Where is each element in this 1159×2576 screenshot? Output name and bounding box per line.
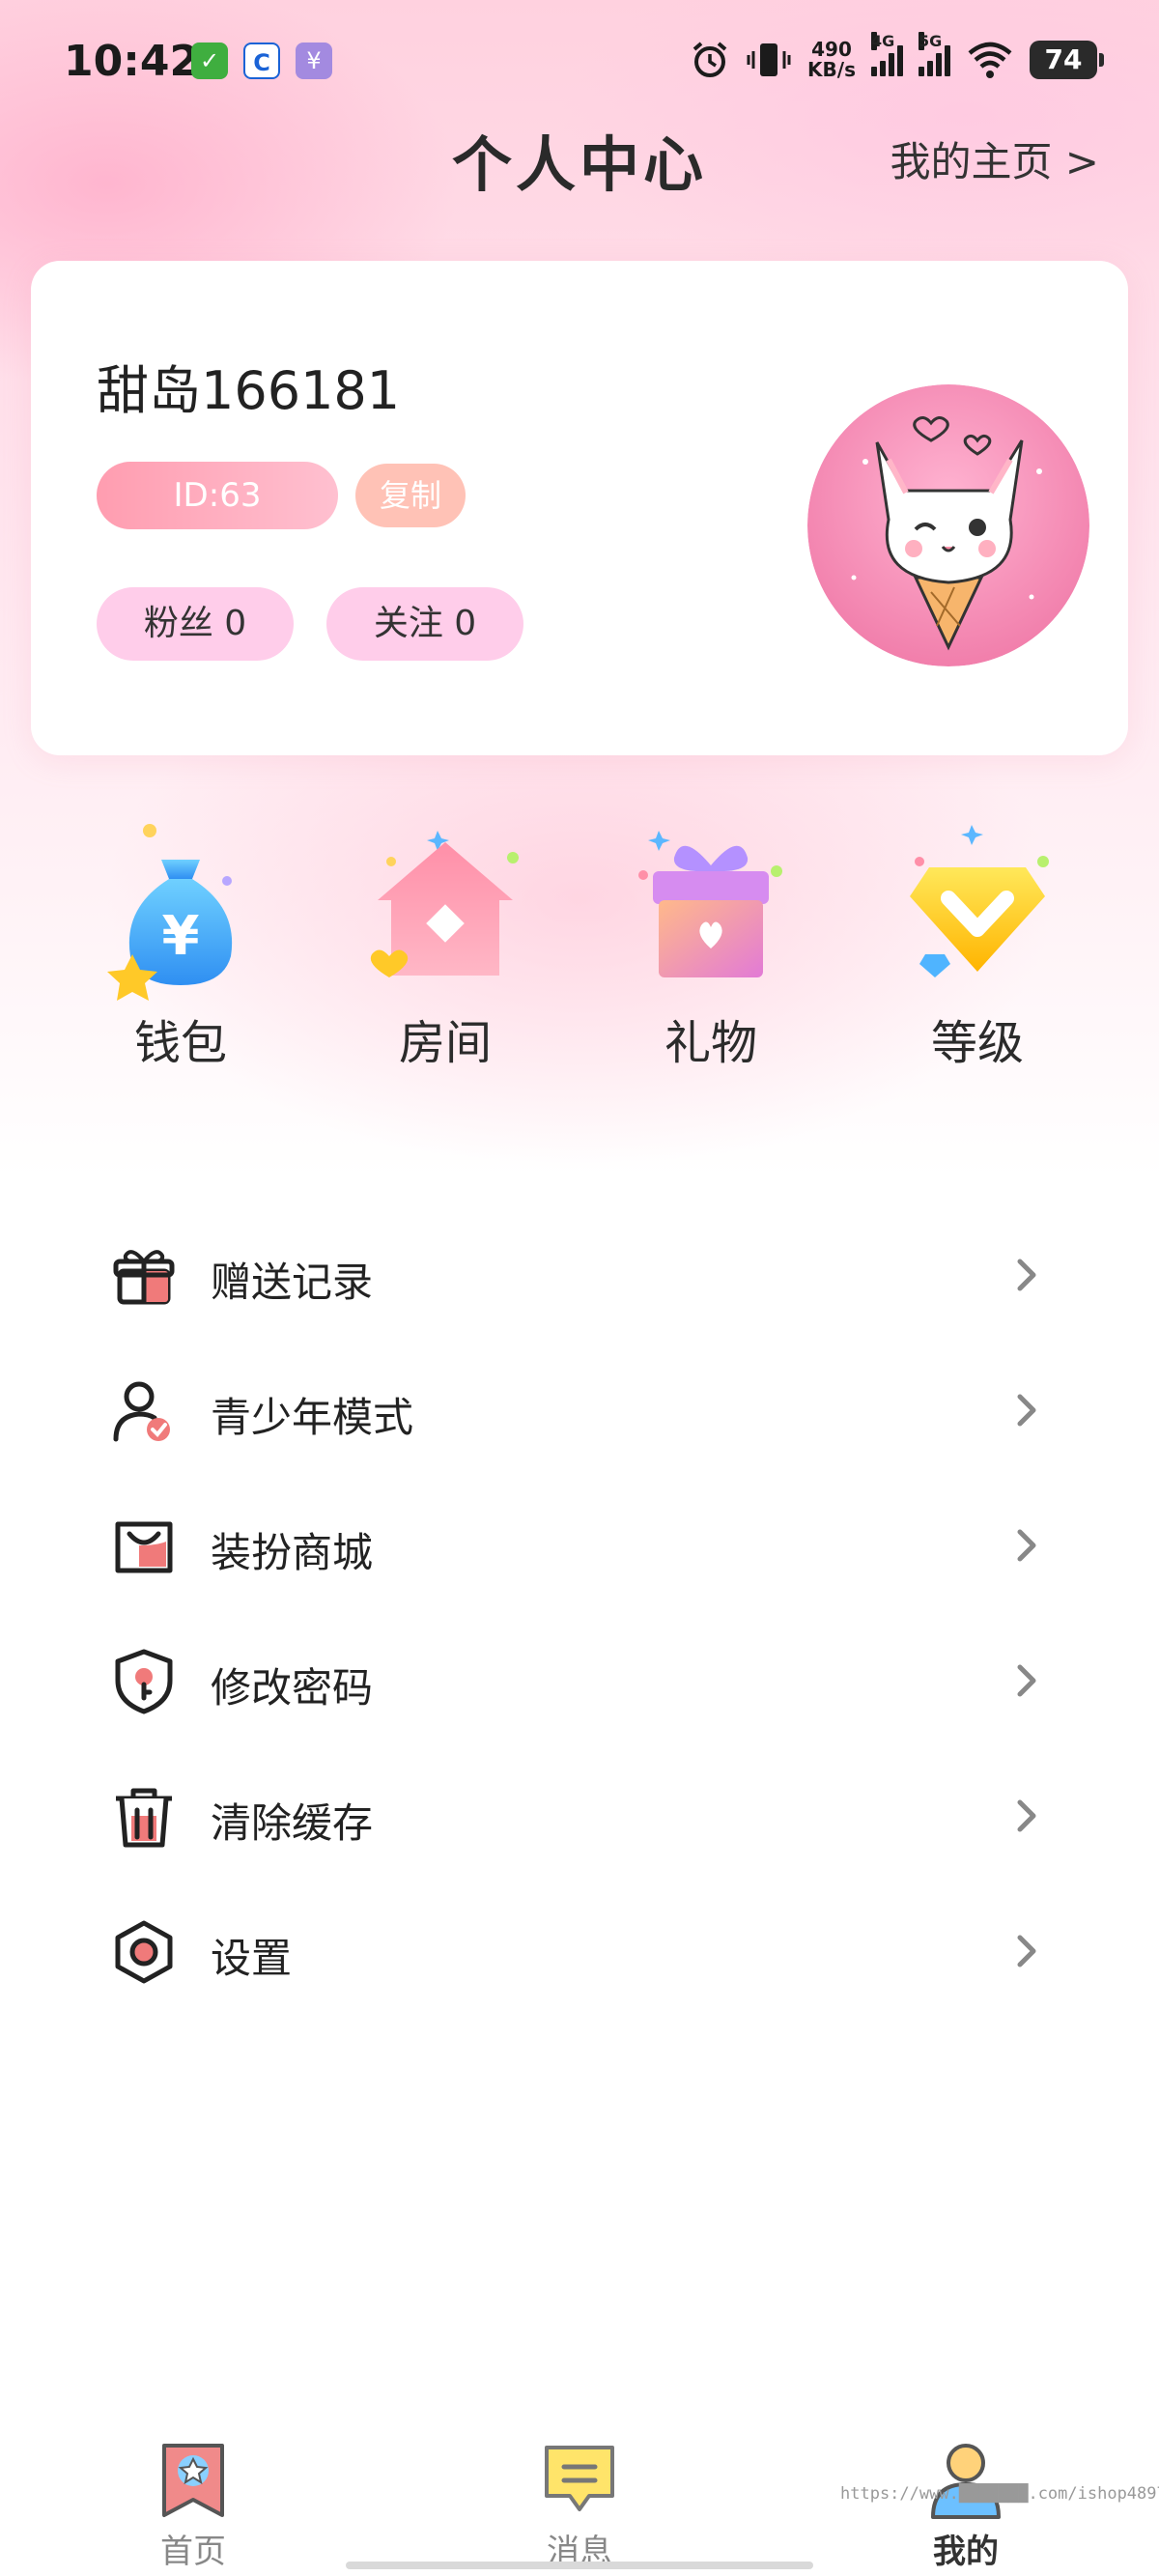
nav-home[interactable]: 首页 [97,2440,290,2571]
status-time: 10:42 [64,37,200,86]
wallet-bag-icon: ¥ [107,824,233,1001]
fans-count-button[interactable]: 粉丝 0 [97,587,294,661]
message-icon [545,2446,614,2511]
room-entry[interactable]: 房间 [349,802,542,1072]
dress-up-mall-item[interactable]: 装扮商城 [97,1489,1062,1596]
check-app-icon: ✓ [191,42,228,79]
cat-ice-cream-avatar-icon [807,384,1089,666]
menu-label: 清除缓存 [211,1799,374,1847]
chevron-right-icon [1017,1259,1036,1291]
menu-label: 装扮商城 [211,1529,374,1576]
yen-app-icon: ¥ [296,42,332,79]
home-indicator[interactable] [346,2562,813,2569]
nav-label: 首页 [160,2533,226,2571]
change-password-item[interactable]: 修改密码 [97,1625,1062,1731]
teen-user-icon [113,1381,170,1442]
chevron-right-icon [1017,1935,1036,1967]
nav-messages[interactable]: 消息 [483,2440,676,2571]
signal-icon: 4G [871,32,903,76]
chevron-right-icon [1017,1394,1036,1427]
gift-icon [113,1250,175,1305]
user-id-badge: ID:63 [97,462,338,529]
clear-cache-item[interactable]: 清除缓存 [97,1760,1062,1866]
following-count-button[interactable]: 关注 0 [326,587,523,661]
copy-id-button[interactable]: 复制 [355,464,466,527]
shield-key-icon [115,1649,173,1714]
shopping-bag-icon [115,1521,173,1573]
house-icon [370,831,519,977]
my-homepage-link[interactable]: 我的主页 > [890,129,1099,188]
chevron-right-icon [1017,1529,1036,1562]
chevron-right-icon [1017,1799,1036,1832]
signal-icon: 5G [919,32,950,76]
menu-label: 赠送记录 [211,1259,374,1306]
menu-label: 修改密码 [211,1664,374,1712]
nav-label: 我的 [933,2533,999,2571]
svg-text:¥: ¥ [162,905,200,968]
username: 甜岛166181 [97,360,401,421]
gift-label: 礼物 [664,1016,757,1070]
vibrate-icon [747,43,791,76]
net-speed: 490 KB/s [807,38,856,81]
teen-mode-item[interactable]: 青少年模式 [97,1354,1062,1460]
profile-person-icon [931,2444,1001,2519]
trash-icon [116,1788,172,1848]
wallet-entry[interactable]: ¥ 钱包 [84,802,277,1072]
status-bar: 10:42 ✓ C ¥ 490 KB/s 4G 5G 74 [0,0,1159,126]
chevron-right-icon [1017,1664,1036,1697]
settings-hexagon-icon [115,1920,173,1984]
c-app-icon: C [243,42,280,79]
gift-box-icon [638,831,782,977]
gift-records-item[interactable]: 赠送记录 [97,1219,1062,1325]
battery-icon: 74 [1030,41,1104,79]
wifi-icon [968,42,1012,78]
room-label: 房间 [398,1016,492,1070]
wallet-label: 钱包 [133,1016,227,1070]
diamond-level-icon [910,825,1049,977]
level-entry[interactable]: 等级 [881,802,1074,1072]
alarm-icon [693,42,727,77]
menu-label: 设置 [211,1935,293,1982]
settings-item[interactable]: 设置 [97,1895,1062,2001]
gift-entry[interactable]: 礼物 [614,802,807,1072]
home-bookmark-icon [162,2444,224,2517]
avatar[interactable] [807,384,1089,666]
level-label: 等级 [930,1016,1024,1070]
profile-card: 甜岛166181 ID:63 复制 粉丝 0 关注 0 [31,261,1128,755]
watermark: https://www.███████.com/ishop48970 [840,2484,1159,2504]
menu-label: 青少年模式 [211,1394,414,1441]
